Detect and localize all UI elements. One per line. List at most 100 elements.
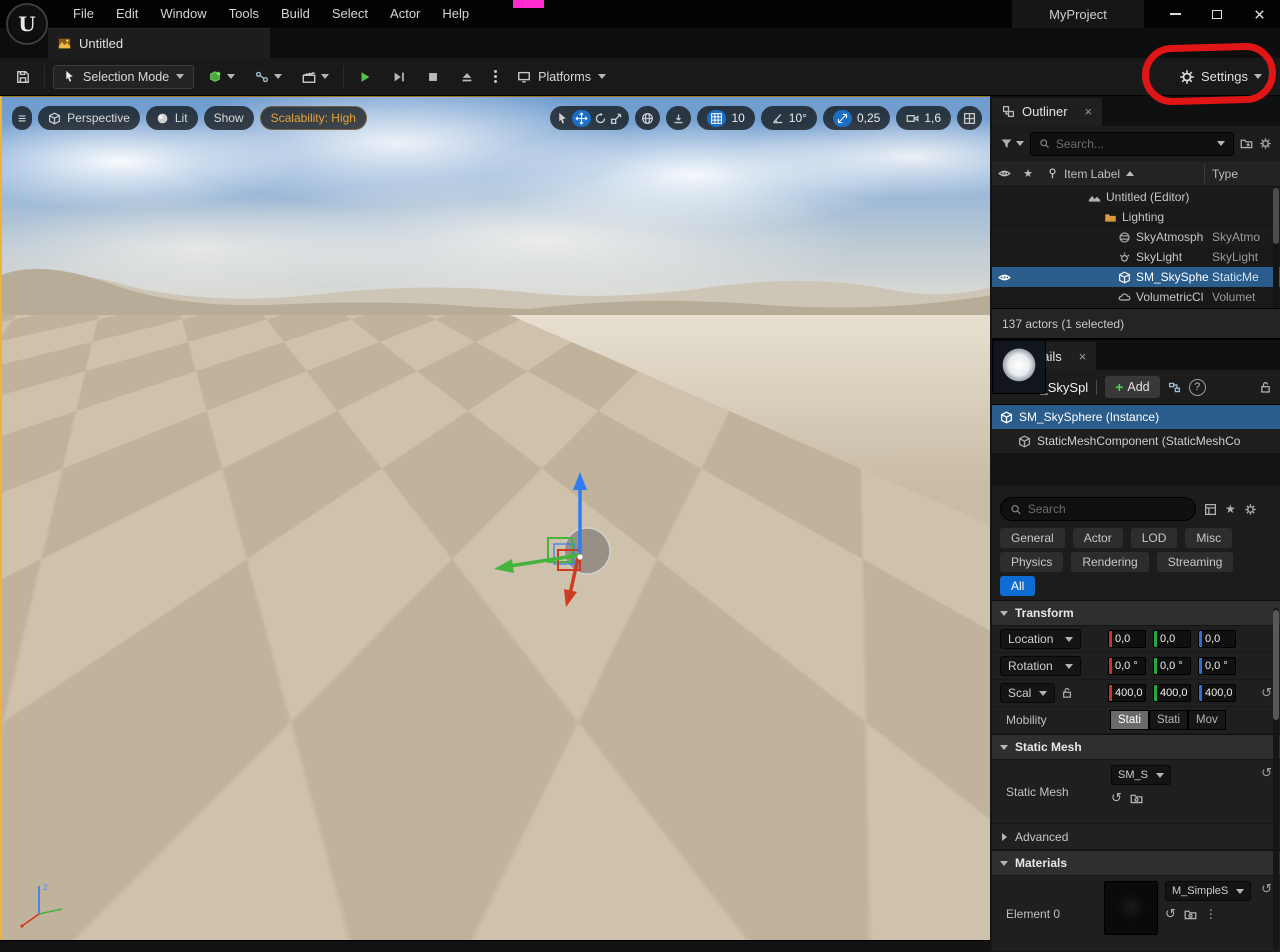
camera-speed-control[interactable]: 1,6 [896, 106, 951, 130]
pin-column-icon[interactable] [1040, 167, 1064, 180]
chip-rendering[interactable]: Rendering [1071, 552, 1149, 572]
lit-dropdown[interactable]: Lit [145, 106, 198, 130]
rotation-x-field[interactable]: 0,0 ° [1108, 657, 1146, 675]
display-filter-button[interactable] [1204, 503, 1217, 516]
chip-lod[interactable]: LOD [1130, 528, 1178, 548]
static-mesh-asset-dropdown[interactable]: SM_S [1111, 765, 1171, 785]
transform-gizmo[interactable] [480, 454, 680, 654]
mobility-stationary-button[interactable]: Stati [1149, 710, 1189, 730]
minimize-button[interactable] [1154, 0, 1196, 28]
show-dropdown[interactable]: Show [203, 106, 254, 130]
material-thumbnail[interactable] [1104, 881, 1158, 935]
scale-tool-button[interactable] [610, 112, 623, 125]
grid-snap-value[interactable]: 10 [731, 111, 744, 125]
edit-blueprint-button[interactable] [1168, 381, 1181, 394]
section-transform[interactable]: Transform [992, 600, 1280, 626]
reset-to-default-icon[interactable]: ↺ [1261, 881, 1272, 946]
component-row-staticmesh[interactable]: StaticMeshComponent (StaticMeshCo [992, 429, 1280, 453]
menu-build[interactable]: Build [270, 0, 321, 28]
menu-help[interactable]: Help [431, 0, 480, 28]
add-component-button[interactable]: + Add [1105, 376, 1160, 398]
unreal-logo-icon[interactable]: U [6, 3, 48, 45]
use-selected-asset-icon[interactable]: ↺ [1111, 790, 1122, 806]
outliner-new-folder-button[interactable] [1240, 137, 1253, 150]
static-mesh-thumbnail[interactable] [992, 340, 1046, 394]
outliner-row-volumetriccloud[interactable]: VolumetricCl Volumet [992, 287, 1280, 307]
outliner-row-skysphere-selected[interactable]: SM_SkySphe StaticMe [992, 267, 1280, 288]
material-asset-dropdown[interactable]: M_SimpleS [1165, 881, 1252, 901]
chip-physics[interactable]: Physics [1000, 552, 1064, 572]
visibility-column-icon[interactable] [992, 167, 1016, 180]
select-tool-button[interactable] [556, 112, 569, 125]
blueprints-button[interactable] [249, 66, 288, 88]
menu-select[interactable]: Select [321, 0, 379, 28]
menu-file[interactable]: File [62, 0, 105, 28]
chip-all[interactable]: All [1000, 576, 1036, 596]
outliner-row-skylight[interactable]: SkyLight SkyLight [992, 247, 1280, 267]
column-type[interactable]: Type [1212, 167, 1238, 181]
scale-snap-toggle[interactable] [832, 109, 852, 127]
close-tab-icon[interactable]: × [1085, 104, 1093, 119]
reset-to-default-icon[interactable]: ↺ [1261, 765, 1272, 818]
browse-to-asset-icon[interactable] [1184, 908, 1197, 921]
outliner-row-lighting[interactable]: Lighting [992, 207, 1280, 227]
chip-actor[interactable]: Actor [1072, 528, 1123, 548]
mobility-static-button[interactable]: Stati [1110, 710, 1150, 730]
maximize-viewport-button[interactable] [957, 106, 982, 130]
scale-y-field[interactable]: 400,0 [1153, 684, 1191, 702]
location-y-field[interactable]: 0,0 [1153, 630, 1191, 648]
settings-button[interactable]: Settings [1171, 64, 1270, 90]
viewport-menu-button[interactable]: ≡ [12, 106, 33, 130]
menu-tools[interactable]: Tools [218, 0, 270, 28]
chip-streaming[interactable]: Streaming [1156, 552, 1234, 572]
column-item-label[interactable]: Item Label [1064, 167, 1120, 181]
favorites-button[interactable]: ★ [1225, 502, 1236, 516]
outliner-filter-button[interactable] [1000, 137, 1024, 150]
lock-button[interactable] [1259, 381, 1272, 394]
scale-snap-value[interactable]: 0,25 [857, 111, 880, 125]
rotation-y-field[interactable]: 0,0 ° [1153, 657, 1191, 675]
chip-general[interactable]: General [1000, 528, 1065, 548]
move-tool-button[interactable] [572, 109, 592, 127]
outliner-scrollbar[interactable] [1273, 188, 1279, 309]
grid-snap-control[interactable]: 10 [697, 106, 755, 130]
rotation-z-field[interactable]: 0,0 ° [1198, 657, 1236, 675]
outliner-row-skyatmosphere[interactable]: SkyAtmosph SkyAtmo [992, 227, 1280, 248]
scale-dropdown[interactable]: Scal [1000, 683, 1056, 703]
help-button[interactable]: ? [1188, 378, 1206, 396]
outliner-search[interactable] [1030, 131, 1234, 156]
world-local-toggle[interactable] [635, 106, 661, 130]
browse-to-asset-icon[interactable] [1130, 792, 1143, 805]
surface-snap-button[interactable] [666, 106, 692, 130]
component-row-root[interactable]: SM_SkySphere (Instance) [992, 405, 1280, 429]
rotation-dropdown[interactable]: Rotation [1000, 656, 1081, 676]
scale-snap-control[interactable]: 0,25 [822, 106, 891, 130]
section-static-mesh[interactable]: Static Mesh [992, 734, 1280, 760]
selection-mode-dropdown[interactable]: Selection Mode [53, 64, 195, 89]
unlock-icon[interactable] [1061, 687, 1073, 699]
rotation-snap-value[interactable]: 10° [789, 111, 807, 125]
outliner-search-input[interactable] [1055, 136, 1211, 151]
more-options-icon[interactable]: ⋮ [1205, 907, 1217, 921]
menu-edit[interactable]: Edit [105, 0, 149, 28]
perspective-dropdown[interactable]: Perspective [38, 106, 140, 130]
reset-to-default-icon[interactable]: ↺ [1261, 685, 1272, 701]
location-z-field[interactable]: 0,0 [1198, 630, 1236, 648]
eye-icon[interactable] [998, 271, 1011, 284]
section-materials[interactable]: Materials [992, 850, 1280, 876]
details-settings-button[interactable] [1244, 503, 1257, 516]
advanced-row[interactable]: Advanced [992, 824, 1280, 850]
stop-button[interactable] [420, 66, 446, 88]
play-button[interactable] [352, 66, 378, 88]
outliner-row-untitled[interactable]: Untitled (Editor) [992, 187, 1280, 208]
details-scrollbar[interactable] [1273, 608, 1279, 950]
outliner-settings-button[interactable] [1259, 137, 1272, 150]
rotate-tool-button[interactable] [594, 112, 607, 125]
save-button[interactable] [10, 66, 36, 88]
scale-x-field[interactable]: 400,0 [1108, 684, 1146, 702]
camera-speed-value[interactable]: 1,6 [924, 111, 941, 125]
close-button[interactable] [1238, 0, 1280, 28]
viewport-canvas[interactable]: z [2, 97, 990, 940]
skip-frame-button[interactable] [386, 66, 412, 88]
tab-outliner[interactable]: Outliner × [992, 97, 1103, 126]
